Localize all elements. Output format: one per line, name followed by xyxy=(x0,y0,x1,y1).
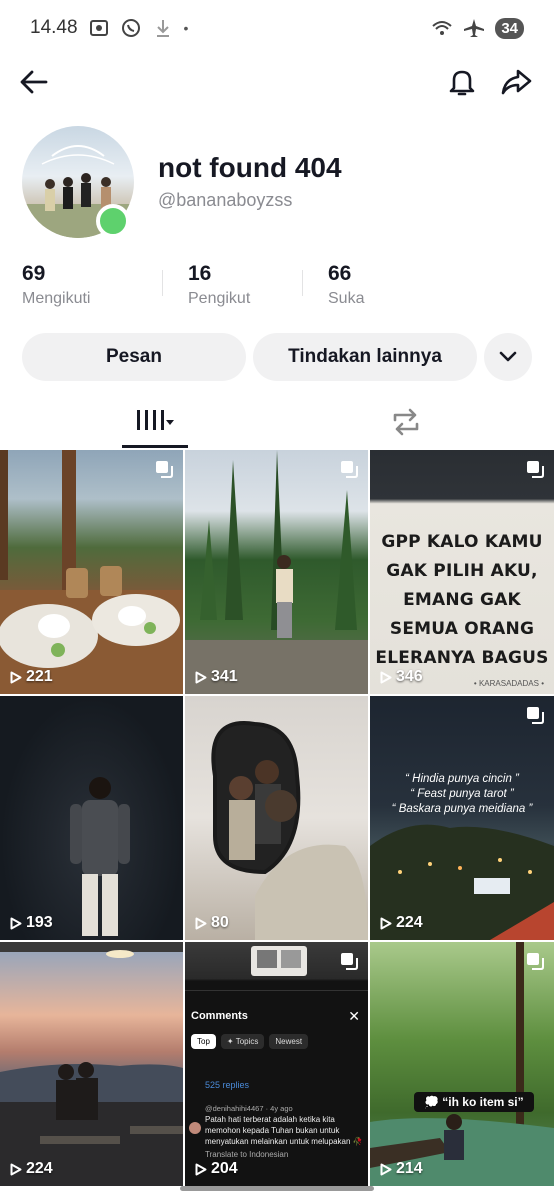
followers-label: Pengikut xyxy=(188,290,251,307)
expand-suggestions-button[interactable] xyxy=(484,333,532,381)
profile-stats: 69 Mengikuti 16 Pengikut 66 Suka xyxy=(22,262,532,312)
multi-photo-icon xyxy=(341,461,358,478)
multi-photo-icon xyxy=(527,707,544,724)
display-name: not found 404 xyxy=(158,152,342,183)
share-button[interactable] xyxy=(498,64,534,100)
view-count: 80 xyxy=(195,914,229,932)
clock: 14.48 xyxy=(30,17,78,38)
username: @bananaboyzss xyxy=(158,190,293,210)
tab-videos[interactable] xyxy=(122,396,188,448)
video-tile[interactable]: 80 xyxy=(185,696,368,940)
notification-dot: • xyxy=(183,20,189,36)
video-tile[interactable]: “ Hindia punya cincin ” “ Feast punya ta… xyxy=(370,696,554,940)
divider xyxy=(302,270,303,296)
thumbnail-night-city xyxy=(370,824,554,940)
video-tile[interactable]: 💭 “ih ko item si” 214 xyxy=(370,942,554,1186)
comment-filter-chips: Top ✦ Topics Newest xyxy=(191,1034,309,1049)
divider xyxy=(162,270,163,296)
play-icon xyxy=(380,671,392,683)
more-actions-button[interactable]: Tindakan lainnya xyxy=(253,333,477,381)
following-count: 69 xyxy=(22,262,46,285)
lyric-quote: “ Hindia punya cincin ” “ Feast punya ta… xyxy=(391,773,533,815)
video-tile[interactable]: 341 xyxy=(185,450,368,694)
wifi-icon xyxy=(432,21,452,35)
whatsapp-icon xyxy=(121,19,140,37)
tab-reposts[interactable] xyxy=(366,396,446,448)
status-bar: 14.48 • 34 xyxy=(0,0,554,56)
sign-text: GPP KALO KAMU GAK PILIH AKU, EMANG GAK S… xyxy=(375,532,549,668)
followers-count: 16 xyxy=(188,262,212,285)
top-nav xyxy=(0,58,554,106)
notification-bell-button[interactable] xyxy=(444,64,480,100)
message-button[interactable]: Pesan xyxy=(22,333,246,381)
view-count: 224 xyxy=(10,1160,53,1178)
stat-followers[interactable]: 16 Pengikut xyxy=(162,262,302,312)
view-count: 224 xyxy=(380,914,423,932)
content-tabs xyxy=(0,396,554,448)
video-tile[interactable]: Comments ✕ Top ✦ Topics Newest 525 repli… xyxy=(185,942,368,1186)
play-icon xyxy=(195,671,207,683)
play-icon xyxy=(10,1163,22,1175)
view-count: 346 xyxy=(380,668,423,686)
video-grid-icon xyxy=(137,409,174,430)
view-count: 204 xyxy=(195,1160,238,1178)
thumbnail-cypress-trees xyxy=(185,450,368,694)
bell-icon xyxy=(449,70,475,96)
video-grid: 221 341 GPP KALO KAMU GAK PILIH AKU, EMA… xyxy=(0,450,554,1186)
back-arrow-icon xyxy=(20,70,48,94)
following-label: Mengikuti xyxy=(22,290,91,307)
thumbnail-mirror-selfie xyxy=(211,721,368,940)
view-count: 221 xyxy=(10,668,53,686)
home-indicator[interactable] xyxy=(180,1186,374,1191)
comments-header: Comments xyxy=(191,1010,248,1022)
view-count: 193 xyxy=(10,914,53,932)
online-status-dot xyxy=(96,204,130,238)
multi-photo-icon xyxy=(341,953,358,970)
download-icon xyxy=(156,20,169,37)
video-tile[interactable]: GPP KALO KAMU GAK PILIH AKU, EMANG GAK S… xyxy=(370,450,554,694)
comment-text: Patah hati terberat adalah ketika kita m… xyxy=(205,1115,363,1146)
profile-actions: Pesan Tindakan lainnya xyxy=(22,333,532,381)
airplane-icon xyxy=(464,19,485,37)
multi-photo-icon xyxy=(527,953,544,970)
close-icon: ✕ xyxy=(348,1008,360,1024)
repost-icon xyxy=(393,408,419,436)
play-icon xyxy=(10,671,22,683)
thumbnail-sunset-cafe xyxy=(0,942,183,1186)
comment-meta: @denihahihi4467 · 4y ago xyxy=(205,1104,293,1113)
video-tile[interactable]: 193 xyxy=(0,696,183,940)
play-icon xyxy=(380,917,392,929)
likes-count: 66 xyxy=(328,262,352,285)
chevron-down-icon xyxy=(499,351,517,362)
translate-link: Translate to Indonesian xyxy=(205,1150,289,1159)
video-tile[interactable]: 224 xyxy=(0,942,183,1186)
back-button[interactable] xyxy=(16,64,52,100)
stat-likes[interactable]: 66 Suka xyxy=(302,262,442,312)
view-count: 341 xyxy=(195,668,238,686)
screenshot-icon xyxy=(89,20,108,36)
play-icon xyxy=(195,1163,207,1175)
video-tile[interactable]: 221 xyxy=(0,450,183,694)
thumbnail-forest-lake xyxy=(370,942,554,1186)
play-icon xyxy=(380,1163,392,1175)
battery-indicator: 34 xyxy=(495,17,524,39)
multi-photo-icon xyxy=(527,461,544,478)
play-icon xyxy=(195,917,207,929)
stat-following[interactable]: 69 Mengikuti xyxy=(22,262,162,312)
thumbnail-food-scene xyxy=(0,450,183,694)
thumbnail-night-portrait xyxy=(70,777,130,936)
multi-photo-icon xyxy=(156,461,173,478)
video-caption: 💭 “ih ko item si” xyxy=(414,1092,534,1112)
play-icon xyxy=(10,917,22,929)
share-arrow-icon xyxy=(501,69,532,95)
view-count: 214 xyxy=(380,1160,423,1178)
replies-count: 525 replies xyxy=(205,1080,250,1090)
profile-header: not found 404 @bananaboyzss xyxy=(22,124,542,244)
likes-label: Suka xyxy=(328,290,365,307)
